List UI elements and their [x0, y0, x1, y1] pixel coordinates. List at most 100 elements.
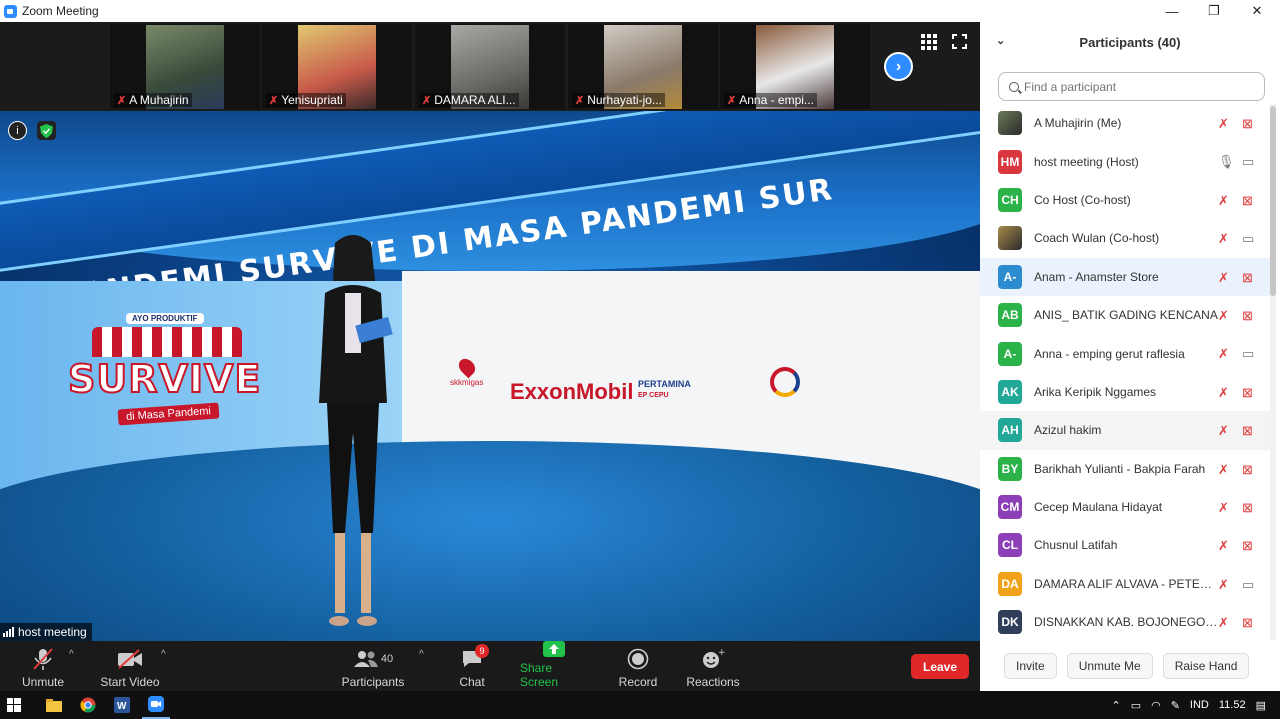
- video-options-caret[interactable]: ^: [161, 649, 166, 660]
- participant-name: Yenisupriati: [281, 93, 343, 107]
- participant-strip: ✗ A Muhajirin ✗ Yenisupriati ✗ DAMARA ALI..…: [0, 22, 980, 111]
- close-button[interactable]: ✕: [1235, 0, 1279, 22]
- mic-muted-icon: ✗: [1218, 307, 1229, 323]
- share-screen-label: Share Screen: [520, 661, 559, 689]
- video-icon: ▭: [1242, 231, 1255, 247]
- participant-row[interactable]: Coach Wulan (Co-host) ✗ ▭: [980, 219, 1270, 257]
- chrome-icon[interactable]: [74, 691, 102, 719]
- video-off-icon: ⊠: [1242, 461, 1253, 477]
- raise-hand-button[interactable]: Raise Hand: [1162, 653, 1250, 679]
- participant-thumbnail[interactable]: ✗ Nurhayati-jo...: [568, 24, 718, 109]
- participant-name: A Muhajirin (Me): [1034, 116, 1122, 131]
- unmute-button[interactable]: Unmute: [20, 645, 66, 689]
- mic-muted-icon: ✗: [1218, 384, 1229, 400]
- zoom-app-icon: [4, 4, 17, 18]
- tray-expand-icon[interactable]: ⌃: [1111, 699, 1120, 712]
- avatar: [998, 111, 1022, 136]
- clock[interactable]: 11.52: [1219, 699, 1246, 711]
- avatar: [998, 226, 1022, 251]
- mic-muted-icon: ✗: [1218, 576, 1229, 592]
- sponsor-circle-logo: [770, 367, 800, 397]
- mic-muted-icon: ✗: [1218, 269, 1229, 285]
- info-icon[interactable]: i: [8, 121, 27, 140]
- participant-search-input[interactable]: [1024, 79, 1254, 94]
- reactions-button[interactable]: + Reactions: [686, 645, 740, 689]
- record-icon: [627, 648, 649, 670]
- share-screen-button[interactable]: Share Screen: [520, 641, 588, 689]
- participants-panel: ⌄ Participants (40) A Muhajirin (Me) ✗ ⊠ HM…: [980, 22, 1280, 691]
- start-video-button[interactable]: Start Video: [100, 645, 160, 689]
- video-off-icon: ⊠: [1242, 269, 1253, 285]
- participants-options-caret[interactable]: ^: [419, 649, 424, 660]
- window-title: Zoom Meeting: [22, 4, 99, 18]
- restore-button[interactable]: ❐: [1192, 0, 1236, 22]
- notification-icon[interactable]: ▤: [1256, 699, 1266, 712]
- mic-muted-icon: ✗: [1218, 231, 1229, 247]
- participant-thumbnail[interactable]: ✗ Yenisupriati: [262, 24, 412, 109]
- chat-button[interactable]: 9 Chat: [455, 644, 489, 689]
- participant-name: ANIS_ BATIK GADING KENCANA: [1034, 308, 1218, 323]
- reactions-icon: +: [703, 648, 725, 668]
- minimize-button[interactable]: —: [1150, 0, 1194, 22]
- video-icon: ▭: [1242, 154, 1255, 170]
- encryption-shield-icon[interactable]: [37, 121, 56, 140]
- participant-name: Anna - empi...: [739, 93, 814, 107]
- active-speaker-name: host meeting: [18, 625, 87, 639]
- next-page-button[interactable]: ›: [884, 52, 913, 81]
- avatar: BY: [998, 456, 1022, 481]
- record-button[interactable]: Record: [618, 645, 658, 689]
- avatar: CL: [998, 533, 1022, 558]
- participant-name: Barikhah Yulianti - Bakpia Farah: [1034, 461, 1206, 476]
- participant-thumbnail[interactable]: ✗ Anna - empi...: [720, 24, 870, 109]
- participant-row[interactable]: DA DAMARA ALIF ALVAVA - PETERN... ✗ ▭: [980, 565, 1270, 603]
- participant-row[interactable]: CL Chusnul Latifah ✗ ⊠: [980, 526, 1270, 564]
- reactions-label: Reactions: [686, 675, 740, 689]
- participant-row[interactable]: BY Barikhah Yulianti - Bakpia Farah ✗ ⊠: [980, 450, 1270, 488]
- participant-row[interactable]: DK DISNAKKAN KAB. BOJONEGORO ✗ ⊠: [980, 603, 1270, 640]
- video-off-icon: ⊠: [1242, 307, 1253, 323]
- participant-name: Co Host (Co-host): [1034, 192, 1131, 207]
- mic-muted-icon: ✗: [117, 94, 127, 107]
- participant-name: Anna - emping gerut raflesia: [1034, 346, 1185, 361]
- unmute-me-button[interactable]: Unmute Me: [1066, 653, 1153, 679]
- zoom-taskbar-icon[interactable]: [142, 691, 170, 719]
- participant-row[interactable]: A Muhajirin (Me) ✗ ⊠: [980, 104, 1270, 142]
- participant-row[interactable]: CH Co Host (Co-host) ✗ ⊠: [980, 181, 1270, 219]
- leave-button[interactable]: Leave: [911, 654, 969, 679]
- participant-search[interactable]: [998, 72, 1265, 101]
- participant-list-scrollbar[interactable]: [1270, 104, 1276, 640]
- participant-row[interactable]: AB ANIS_ BATIK GADING KENCANA ✗ ⊠: [980, 296, 1270, 334]
- participant-name: host meeting (Host): [1034, 154, 1139, 169]
- survive-tagline: AYO PRODUKTIF: [126, 313, 204, 324]
- video-icon: ▭: [1242, 346, 1255, 362]
- mic-muted-icon: ✗: [1218, 116, 1229, 131]
- participant-row[interactable]: A- Anam - Anamster Store ✗ ⊠: [980, 257, 1270, 296]
- participants-button[interactable]: 40 Participants: [342, 645, 404, 689]
- participant-thumbnail[interactable]: ✗ DAMARA ALI...: [415, 24, 565, 109]
- battery-icon[interactable]: ▭: [1131, 699, 1141, 712]
- participant-row[interactable]: CM Cecep Maulana Hidayat ✗ ⊠: [980, 488, 1270, 526]
- participant-thumbnail[interactable]: ✗ A Muhajirin: [110, 24, 260, 109]
- scrollbar-thumb[interactable]: [1270, 106, 1276, 296]
- windows-start-icon[interactable]: [0, 691, 28, 719]
- audio-options-caret[interactable]: ^: [69, 649, 74, 660]
- invite-button[interactable]: Invite: [1004, 653, 1057, 679]
- file-explorer-icon[interactable]: [40, 691, 68, 719]
- participant-row[interactable]: A- Anna - emping gerut raflesia ✗ ▭: [980, 334, 1270, 372]
- pertamina-label: PERTAMINA: [638, 379, 691, 389]
- video-off-icon: ⊠: [1242, 192, 1253, 208]
- word-icon[interactable]: W: [108, 691, 136, 719]
- wifi-icon[interactable]: ◠: [1151, 699, 1161, 712]
- participant-row[interactable]: AH Azizul hakim ✗ ⊠: [980, 411, 1270, 450]
- participant-row[interactable]: HM host meeting (Host) 🎙 ▭: [980, 142, 1270, 180]
- gallery-view-icon[interactable]: [921, 34, 937, 50]
- avatar: A-: [998, 341, 1022, 366]
- meeting-toolbar: Unmute ^ Start Video ^ 40 Participants ^…: [0, 641, 980, 691]
- fullscreen-icon[interactable]: [951, 33, 968, 50]
- collapse-chevron-icon[interactable]: ⌄: [996, 34, 1005, 47]
- participant-list: A Muhajirin (Me) ✗ ⊠ HM host meeting (Host) 🎙…: [980, 104, 1270, 640]
- language-indicator[interactable]: IND: [1190, 699, 1209, 711]
- pen-icon[interactable]: ✎: [1171, 699, 1180, 712]
- shop-awning-icon: [92, 327, 242, 357]
- participant-row[interactable]: AK Arika Keripik Nggames ✗ ⊠: [980, 373, 1270, 411]
